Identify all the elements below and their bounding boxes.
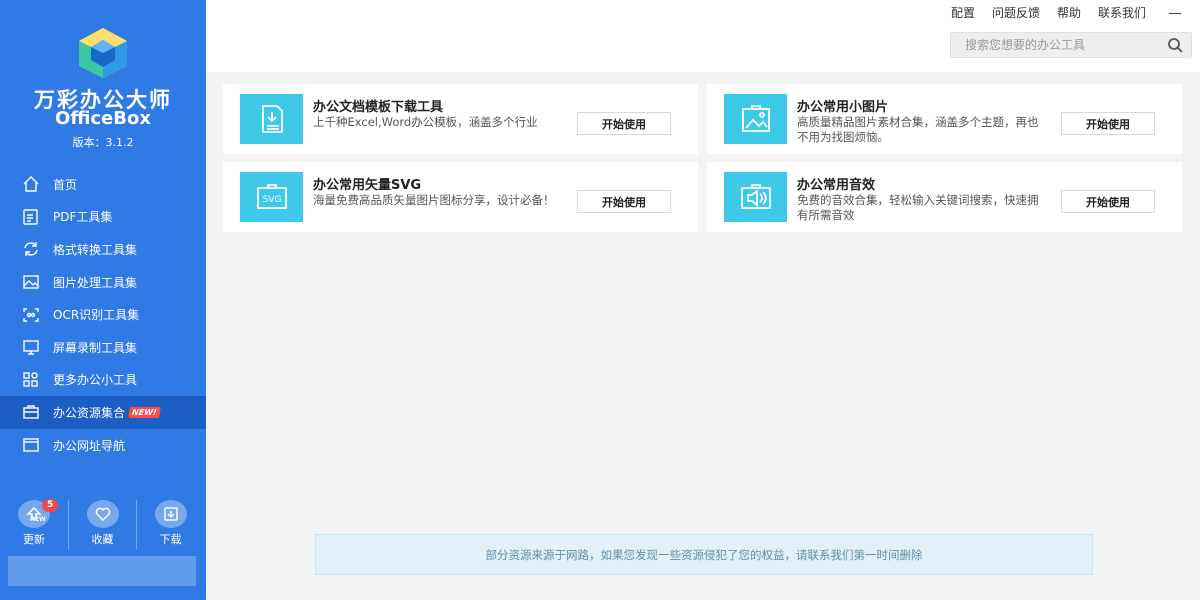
sidebar-item-office-resources[interactable]: 办公资源集合 NEW! <box>0 396 206 429</box>
card-description: 海量免费高品质矢量图片图标分享，设计必备！ <box>313 193 555 207</box>
sidebar-item-more-tools[interactable]: 更多办公小工具 <box>0 364 206 397</box>
monitor-icon <box>22 338 40 356</box>
sidebar-item-convert[interactable]: 格式转换工具集 <box>0 233 206 266</box>
ocr-icon <box>22 306 40 324</box>
apps-icon <box>22 371 40 389</box>
new-badge: NEW! <box>128 406 161 418</box>
card-title: 办公常用小图片 <box>797 100 889 115</box>
search-input[interactable] <box>951 33 1161 57</box>
sidebar-item-home[interactable]: 首页 <box>0 168 206 201</box>
browser-icon <box>22 436 40 454</box>
sidebar-item-ocr[interactable]: OCR识别工具集 <box>0 298 206 331</box>
sidebar-item-pdf[interactable]: PDF工具集 <box>0 201 206 234</box>
sidebar-nav: 首页 PDF工具集 格式转换工具集 图片处理工具集 OCR识别工具集 屏幕录制工… <box>0 168 206 461</box>
copyright-notice: 部分资源来源于网路，如果您发现一些资源侵犯了您的权益，请联系我们第一时间删除 <box>315 534 1093 575</box>
pdf-icon <box>22 208 40 226</box>
sidebar-item-label: 办公资源集合 <box>53 405 126 420</box>
card-title: 办公常用音效 <box>797 178 876 193</box>
sidebar-footer-banner[interactable] <box>8 556 196 586</box>
download-button[interactable]: 下载 <box>136 500 204 550</box>
top-links: 配置 问题反馈 帮助 联系我们 <box>934 4 1182 21</box>
card-images: 办公常用小图片 高质量精品图片素材合集，涵盖多个主题，再也不用为找图烦恼。 开始… <box>707 84 1182 154</box>
download-icon <box>154 500 187 528</box>
start-button[interactable]: 开始使用 <box>1061 190 1155 213</box>
search-box <box>950 32 1192 58</box>
favorite-button[interactable]: 收藏 <box>68 500 136 550</box>
bottom-actions: NEW 5 更新 收藏 下载 <box>0 499 206 550</box>
card-doc-templates: 办公文档模板下载工具 上千种Excel,Word办公模板，涵盖多个行业 开始使用 <box>223 84 698 154</box>
config-link[interactable]: 配置 <box>951 4 975 21</box>
minimize-button[interactable] <box>1168 6 1182 20</box>
sidebar-item-web-nav[interactable]: 办公网址导航 <box>0 429 206 462</box>
picture-icon <box>724 94 787 144</box>
favorite-label: 收藏 <box>91 533 114 546</box>
app-subtitle: OfficeBox <box>55 108 151 129</box>
sidebar-item-screen-record[interactable]: 屏幕录制工具集 <box>0 331 206 364</box>
sidebar-item-label: PDF工具集 <box>53 210 113 225</box>
contact-link[interactable]: 联系我们 <box>1098 4 1146 21</box>
sidebar-item-label: 办公网址导航 <box>53 438 126 453</box>
app-version: 版本：3.1.2 <box>72 136 134 149</box>
home-icon <box>22 175 40 193</box>
sidebar: 万彩办公大师 OfficeBox 版本：3.1.2 首页 PDF工具集 格式转换… <box>0 0 206 600</box>
sidebar-item-image[interactable]: 图片处理工具集 <box>0 266 206 299</box>
briefcase-icon <box>22 403 40 421</box>
feedback-link[interactable]: 问题反馈 <box>992 4 1040 21</box>
sidebar-item-label: 图片处理工具集 <box>53 275 138 290</box>
card-sound-effects: 办公常用音效 免费的音效合集，轻松输入关键词搜索，快速拥有所需音效 开始使用 <box>707 162 1182 232</box>
update-label: 更新 <box>23 533 45 546</box>
card-title: 办公文档模板下载工具 <box>313 100 444 115</box>
help-link[interactable]: 帮助 <box>1057 4 1081 21</box>
card-svg: SVG 办公常用矢量SVG 海量免费高品质矢量图片图标分享，设计必备！ 开始使用 <box>223 162 698 232</box>
card-description: 高质量精品图片素材合集，涵盖多个主题，再也不用为找图烦恼。 <box>797 115 1039 144</box>
update-count-badge: 5 <box>42 499 59 512</box>
sidebar-item-label: 更多办公小工具 <box>53 373 138 388</box>
svg-icon: SVG <box>240 172 303 222</box>
image-icon <box>22 273 40 291</box>
document-download-icon <box>240 94 303 144</box>
svg-icon-text: SVG <box>262 195 281 205</box>
sidebar-item-label: 屏幕录制工具集 <box>53 340 138 355</box>
speaker-icon <box>724 172 787 222</box>
sidebar-item-label: 首页 <box>53 177 78 192</box>
update-new-label: NEW <box>30 516 46 523</box>
top-bar: 配置 问题反馈 帮助 联系我们 <box>206 0 1200 72</box>
convert-icon <box>22 240 40 258</box>
card-title: 办公常用矢量SVG <box>313 178 422 193</box>
update-button[interactable]: NEW 5 更新 <box>0 499 68 550</box>
start-button[interactable]: 开始使用 <box>577 190 671 213</box>
search-icon[interactable] <box>1167 37 1183 53</box>
sidebar-item-label: OCR识别工具集 <box>53 308 140 323</box>
card-description: 免费的音效合集，轻松输入关键词搜索，快速拥有所需音效 <box>797 193 1039 222</box>
card-description: 上千种Excel,Word办公模板，涵盖多个行业 <box>313 115 538 129</box>
officebox-logo-icon <box>74 26 132 80</box>
start-button[interactable]: 开始使用 <box>1061 112 1155 135</box>
sidebar-item-label: 格式转换工具集 <box>53 242 138 257</box>
start-button[interactable]: 开始使用 <box>577 112 671 135</box>
heart-icon <box>86 500 119 528</box>
download-label: 下载 <box>159 533 182 546</box>
